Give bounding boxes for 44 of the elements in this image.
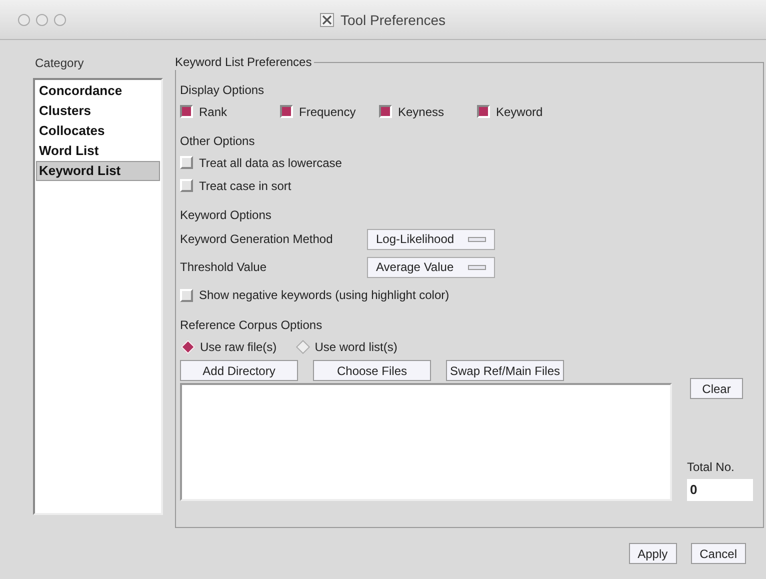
zoom-icon[interactable] [54, 14, 66, 26]
category-label: Category [35, 55, 85, 72]
button[interactable]: Apply [628, 543, 677, 564]
total-field[interactable]: 0 [687, 479, 753, 501]
checkbox-label: Rank [199, 104, 228, 120]
total-label: Total No. [687, 459, 736, 476]
checkbox[interactable] [280, 105, 293, 118]
category-item[interactable]: Collocates [36, 121, 160, 141]
clear-button[interactable]: Clear [690, 378, 743, 399]
category-item[interactable]: Concordance [36, 81, 160, 101]
checkbox-label: Keyword [496, 104, 543, 120]
checkbox[interactable] [477, 105, 490, 118]
category-item[interactable]: Word List [36, 141, 160, 161]
checkbox[interactable] [379, 105, 392, 118]
checkbox-label: Frequency [299, 104, 356, 120]
section-label: Keyword Options [180, 207, 272, 224]
section-label: Display Options [180, 82, 266, 99]
field-label: Keyword Generation Method [180, 231, 334, 248]
field-label: Threshold Value [180, 259, 268, 276]
button[interactable]: Cancel [690, 543, 746, 564]
x-logo-icon [320, 13, 334, 27]
minimize-icon[interactable] [36, 14, 48, 26]
dropdown-icon [468, 236, 486, 242]
checkbox-label: Treat case in sort [199, 178, 292, 194]
close-icon[interactable] [18, 14, 30, 26]
category-item[interactable]: Keyword List [36, 161, 160, 181]
window-title: Tool Preferences [340, 10, 446, 30]
checkbox-label: Keyness [398, 104, 444, 120]
checkbox-label: Show negative keywords (using highlight color) [199, 287, 450, 304]
button[interactable]: Choose Files [313, 360, 431, 381]
checkbox[interactable] [180, 105, 193, 118]
button[interactable]: Add Directory [180, 360, 298, 381]
checkbox-label: Treat all data as lowercase [199, 154, 342, 172]
radio-label: Use raw file(s) [200, 338, 277, 356]
dropdown[interactable]: Average Value [367, 256, 495, 278]
section-label: Other Options [180, 133, 256, 150]
radio-label: Use word list(s) [314, 338, 398, 356]
button[interactable]: Swap Ref/Main Files [446, 360, 564, 381]
category-item[interactable]: Clusters [36, 101, 160, 121]
group-title: Keyword List Preferences [175, 54, 314, 70]
dropdown-icon [468, 264, 486, 270]
dropdown[interactable]: Log-Likelihood [367, 228, 495, 250]
section-label: Reference Corpus Options [180, 317, 324, 334]
file-list[interactable] [180, 383, 672, 501]
